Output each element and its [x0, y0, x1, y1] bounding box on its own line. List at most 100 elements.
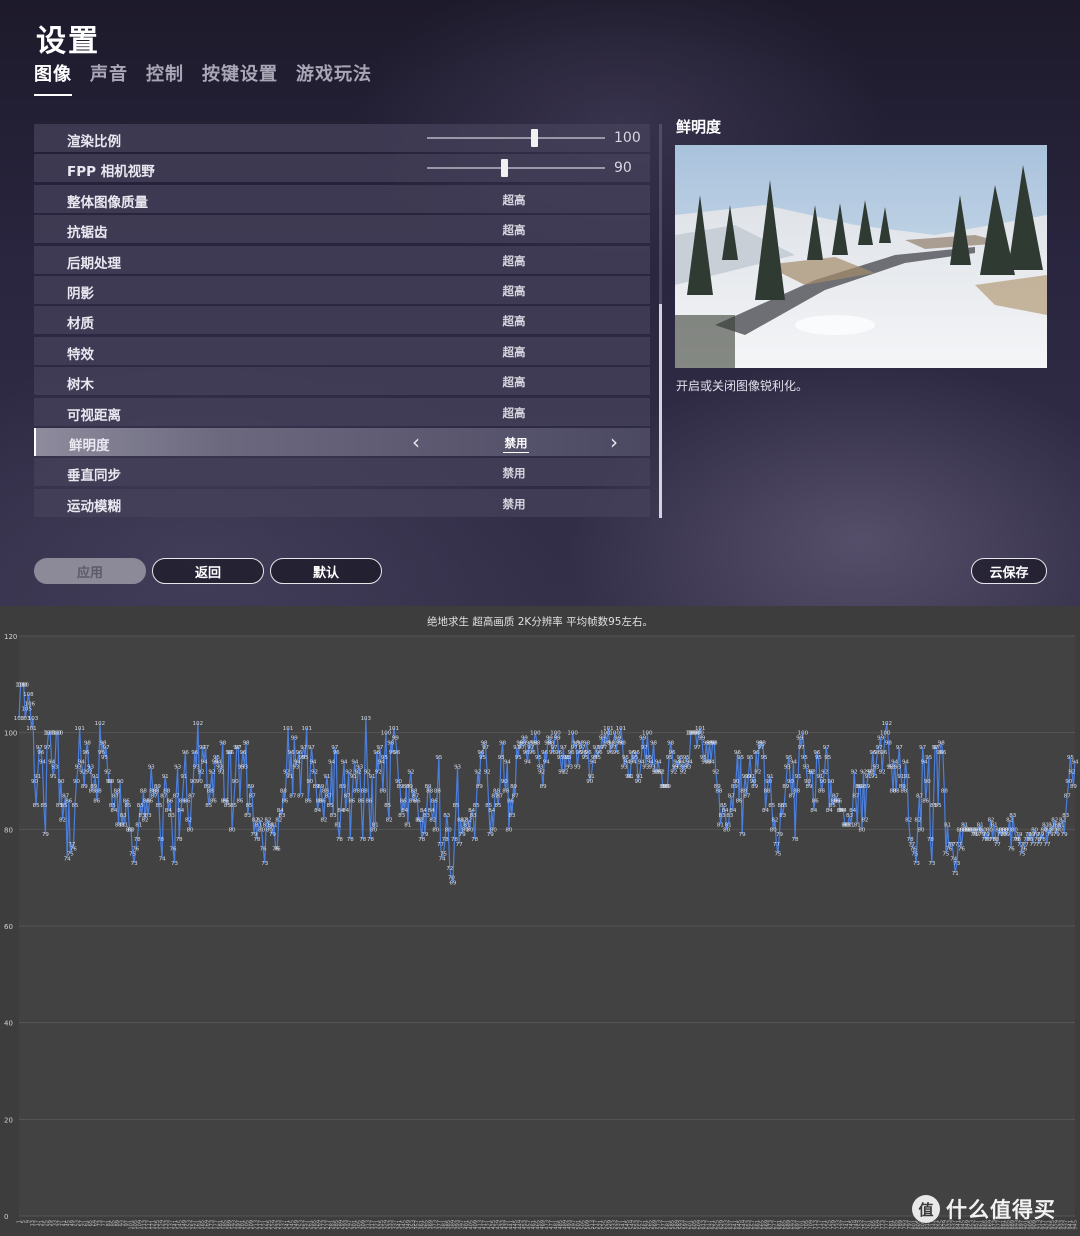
- data-label: 78: [471, 837, 478, 843]
- data-label: 95: [381, 755, 388, 761]
- data-label: 95: [815, 755, 822, 761]
- watermark: 值 什么值得买: [912, 1194, 1056, 1224]
- y-tick-label: 60: [4, 923, 13, 931]
- data-label: 97: [482, 745, 489, 751]
- data-label: 88: [941, 789, 948, 795]
- data-label: 96: [939, 750, 946, 756]
- data-label: 100: [798, 731, 809, 737]
- data-label: 97: [43, 745, 50, 751]
- data-label: 88: [764, 789, 771, 795]
- setting-row-fpp-fov[interactable]: FPP 相机视野 90: [34, 154, 650, 183]
- data-label: 97: [202, 745, 209, 751]
- data-label: 94: [1072, 760, 1079, 766]
- setting-row-textures[interactable]: 材质 超高: [34, 306, 650, 335]
- data-label: 95: [760, 755, 767, 761]
- data-label: 83: [168, 813, 175, 819]
- y-tick-label: 0: [4, 1213, 8, 1221]
- data-label: 95: [101, 755, 108, 761]
- data-label: 95: [435, 755, 442, 761]
- setting-row-vsync[interactable]: 垂直同步 禁用: [34, 458, 650, 487]
- setting-row-overall-quality[interactable]: 整体图像质量 超高: [34, 184, 650, 213]
- tab-sound[interactable]: 声音: [90, 60, 128, 96]
- data-label: 90: [107, 779, 114, 785]
- setting-row-foliage[interactable]: 树木 超高: [34, 367, 650, 396]
- setting-row-antialiasing[interactable]: 抗锯齿 超高: [34, 215, 650, 244]
- slider-thumb[interactable]: [500, 159, 508, 178]
- data-label: 94: [790, 760, 797, 766]
- data-label: 82: [914, 818, 921, 824]
- setting-row-shadows[interactable]: 阴影 超高: [34, 275, 650, 304]
- data-label: 85: [71, 803, 78, 809]
- data-label: 81: [334, 823, 341, 829]
- setting-value: 禁用: [502, 466, 526, 481]
- setting-value: 超高: [502, 283, 526, 298]
- data-label: 88: [900, 789, 907, 795]
- setting-row-render-scale[interactable]: 渲染比例 100: [34, 124, 650, 152]
- setting-value: 超高: [502, 314, 526, 329]
- data-label: 82: [862, 818, 869, 824]
- data-label: 96: [393, 750, 400, 756]
- data-label: 101: [301, 726, 312, 732]
- slider-thumb[interactable]: [530, 129, 538, 147]
- data-label: 97: [560, 745, 567, 751]
- data-label: 89: [154, 784, 161, 790]
- data-label: 79: [1016, 832, 1023, 838]
- setting-row-motion-blur[interactable]: 运动模糊 禁用: [34, 488, 650, 517]
- data-label: 76: [132, 847, 139, 853]
- fov-slider[interactable]: [427, 167, 605, 170]
- data-label: 86: [835, 798, 842, 804]
- data-label: 92: [218, 769, 225, 775]
- data-label: 98: [619, 740, 626, 746]
- data-label: 87: [188, 794, 195, 800]
- data-label: 85: [473, 803, 480, 809]
- data-label: 90: [501, 779, 508, 785]
- data-label: 100: [567, 731, 578, 737]
- chevron-left-icon[interactable]: ‹: [412, 430, 420, 454]
- data-label: 78: [157, 837, 164, 843]
- chevron-right-icon[interactable]: ›: [610, 430, 618, 454]
- setting-label: 整体图像质量: [67, 194, 148, 211]
- data-label: 98: [938, 740, 945, 746]
- data-label: 95: [737, 755, 744, 761]
- data-label: 110: [18, 682, 29, 688]
- back-button[interactable]: 返回: [152, 558, 264, 584]
- data-label: 81: [725, 823, 732, 829]
- data-label: 94: [524, 760, 531, 766]
- render-scale-slider[interactable]: [427, 137, 605, 139]
- data-label: 76: [1008, 847, 1015, 853]
- tab-gameplay[interactable]: 游戏玩法: [296, 60, 372, 96]
- tab-keybindings[interactable]: 按键设置: [202, 60, 278, 96]
- fps-line-chart: 0204060801001201031101101101031051081061…: [4, 633, 1079, 1230]
- data-label: 92: [104, 769, 111, 775]
- data-label: 85: [33, 803, 40, 809]
- scrollbar-thumb[interactable]: [659, 304, 662, 518]
- setting-row-effects[interactable]: 特效 超高: [34, 336, 650, 365]
- setting-row-view-distance[interactable]: 可视距离 超高: [34, 397, 650, 426]
- data-label: 73: [131, 861, 138, 867]
- tab-control[interactable]: 控制: [146, 60, 184, 96]
- setting-value: 超高: [502, 405, 526, 420]
- y-tick-label: 100: [4, 730, 17, 738]
- data-label: 94: [39, 760, 46, 766]
- data-label: 94: [543, 760, 550, 766]
- data-label: 87: [289, 794, 296, 800]
- data-label: 87: [512, 794, 519, 800]
- data-label: 100: [642, 731, 653, 737]
- apply-button[interactable]: 应用: [34, 558, 146, 584]
- data-label: 96: [239, 750, 246, 756]
- cloud-save-button[interactable]: 云保存: [971, 558, 1047, 584]
- default-button[interactable]: 默认: [270, 558, 382, 584]
- data-label: 101: [283, 726, 294, 732]
- data-label: 84: [428, 808, 435, 814]
- data-label: 92: [484, 769, 491, 775]
- data-label: 80: [229, 827, 236, 833]
- setting-row-post-processing[interactable]: 后期处理 超高: [34, 245, 650, 274]
- data-label: 90: [196, 779, 203, 785]
- data-label: 85: [453, 803, 460, 809]
- settings-scrollbar[interactable]: [659, 124, 662, 518]
- data-label: 83: [779, 813, 786, 819]
- tab-graphics[interactable]: 图像: [34, 60, 72, 96]
- setting-row-sharpen[interactable]: 鲜明度 ‹ 禁用 ›: [34, 427, 650, 456]
- data-label: 93: [51, 765, 58, 771]
- data-label: 90: [820, 779, 827, 785]
